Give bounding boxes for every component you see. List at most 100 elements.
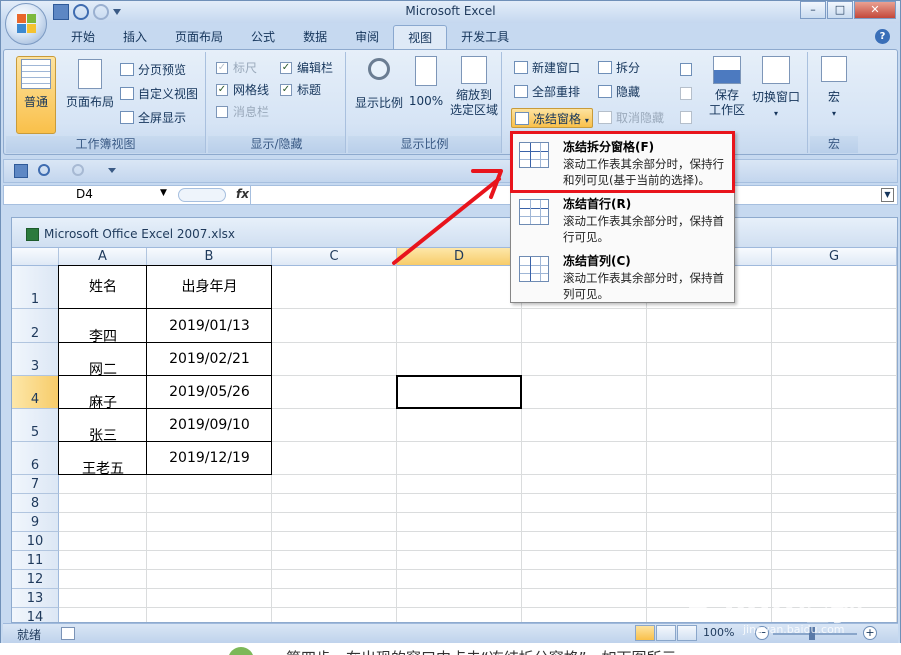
row-number: 12 [26,572,44,587]
row-header-7[interactable]: 7 [12,475,59,494]
row-number: 7 [30,477,40,492]
formula-bar-checkbox[interactable]: ✓ 编辑栏 [280,58,333,78]
row-header-14[interactable]: 14 [12,608,59,622]
cell-border [146,408,272,442]
name-box-chevron-icon[interactable]: ▼ [160,188,167,198]
cell-border [58,408,147,442]
tab-home[interactable]: 开始 [57,25,109,49]
active-cell-d4[interactable] [396,375,522,409]
qat-save-icon[interactable] [14,164,28,178]
row-number: 8 [30,496,40,511]
arrange-all-button[interactable]: 全部重排 [514,82,580,102]
gridlines-checkbox[interactable]: ✓ 网格线 [216,80,269,100]
highlight-box [510,131,735,193]
row-header-5[interactable]: 5 [12,409,59,442]
row-header-13[interactable]: 13 [12,589,59,608]
zoom-in-icon[interactable]: + [863,626,877,640]
hide-label: 隐藏 [616,85,641,99]
row-header-9[interactable]: 9 [12,513,59,532]
tab-insert[interactable]: 插入 [109,25,161,49]
menu-item-freeze-first-column[interactable]: 冻结首列(C) 滚动工作表其余部分时，保持首列可见。 [511,248,734,305]
headings-checkbox[interactable]: ✓ 标题 [280,80,321,100]
page-break-preview-button[interactable]: 分页预览 [120,60,186,80]
formula-bar-label: 编辑栏 [297,61,334,75]
split-button[interactable]: 拆分 [598,58,640,78]
tab-view[interactable]: 视图 [393,25,448,49]
row-header-8[interactable]: 8 [12,494,59,513]
page-layout-status-icon[interactable] [656,625,676,641]
formula-expand-handle-icon[interactable] [178,188,226,202]
customize-qat-icon[interactable] [113,9,121,15]
hide-button[interactable]: 隐藏 [598,82,640,102]
full-screen-button[interactable]: 全屏显示 [120,108,186,128]
zoom-button[interactable]: 显示比例 [352,56,406,111]
column-header-c[interactable]: C [272,248,397,266]
page-layout-view-button[interactable]: 页面布局 [62,56,118,134]
tab-data[interactable]: 数据 [289,25,341,49]
gridline [896,266,897,622]
full-screen-label: 全屏显示 [138,111,187,125]
status-ready: 就绪 [17,628,42,642]
row-number: 4 [30,392,40,407]
row-number: 13 [26,591,44,606]
side-by-side-icon [680,63,692,76]
maximize-button[interactable]: □ [827,1,853,19]
insert-function-icon[interactable]: fx [236,187,249,201]
custom-views-button[interactable]: 自定义视图 [120,84,198,104]
row-header-1[interactable]: 1 [12,266,59,309]
page-layout-label: 页面布局 [65,95,114,109]
switch-windows-button[interactable]: 切换窗口 ▾ [748,56,804,119]
row-header-11[interactable]: 11 [12,551,59,570]
tab-developer[interactable]: 开发工具 [447,25,523,49]
reset-position-button[interactable] [680,108,696,128]
help-icon[interactable]: ? [875,29,890,44]
zoom-100-button[interactable]: 100% [408,56,444,108]
message-bar-label: 消息栏 [233,105,270,119]
save-icon[interactable] [53,4,69,20]
headings-label: 标题 [297,83,322,97]
formula-bar-expand-icon[interactable]: ▼ [881,188,894,202]
qat-redo-icon[interactable] [72,164,84,176]
qat-customize-icon[interactable] [108,168,116,173]
ruler-checkbox[interactable]: ✓ 标尺 [216,58,257,78]
minimize-button[interactable]: – [800,1,826,19]
row-header-2[interactable]: 2 [12,309,59,343]
column-header-a[interactable]: A [59,248,147,266]
undo-icon[interactable] [73,4,89,20]
row-header-10[interactable]: 10 [12,532,59,551]
gridline [396,266,397,622]
redo-icon[interactable] [93,4,109,20]
tab-formulas[interactable]: 公式 [237,25,289,49]
column-header-g[interactable]: G [772,248,897,266]
switch-windows-chevron-icon: ▾ [773,109,778,118]
freeze-panes-button[interactable]: 冻结窗格 ▾ [511,108,593,128]
normal-view-button[interactable]: 普通 [16,56,56,134]
column-header-d[interactable]: D [397,248,522,266]
select-all-corner[interactable] [12,248,59,266]
view-side-by-side-button[interactable] [680,60,696,80]
message-bar-checkbox[interactable]: 消息栏 [216,102,269,122]
tab-page-layout[interactable]: 页面布局 [161,25,237,49]
column-header-b[interactable]: B [147,248,272,266]
sync-scroll-button[interactable] [680,84,696,104]
office-button[interactable] [5,3,47,45]
macros-button[interactable]: 宏 ▾ [816,56,852,119]
row-header-4[interactable]: 4 [12,376,59,409]
macro-record-icon[interactable] [61,627,75,640]
zoom-to-selection-button[interactable]: 缩放到 选定区域 [448,56,500,118]
switch-windows-label: 切换窗口 [751,90,800,104]
row-header-3[interactable]: 3 [12,343,59,376]
close-button[interactable]: ✕ [854,1,896,19]
name-box[interactable]: D4 [12,187,172,203]
row-header-6[interactable]: 6 [12,442,59,475]
row-header-12[interactable]: 12 [12,570,59,589]
normal-view-status-icon[interactable] [635,625,655,641]
tab-review[interactable]: 审阅 [341,25,393,49]
qat-undo-icon[interactable] [38,164,50,176]
ruler-check-icon: ✓ [216,61,228,74]
new-window-button[interactable]: 新建窗口 [514,58,580,78]
unhide-button[interactable]: 取消隐藏 [598,108,664,128]
menu-item-freeze-top-row[interactable]: 冻结首行(R) 滚动工作表其余部分时，保持首行可见。 [511,191,734,248]
cell-border [146,342,272,376]
save-workspace-button[interactable]: 保存 工作区 [708,56,746,118]
